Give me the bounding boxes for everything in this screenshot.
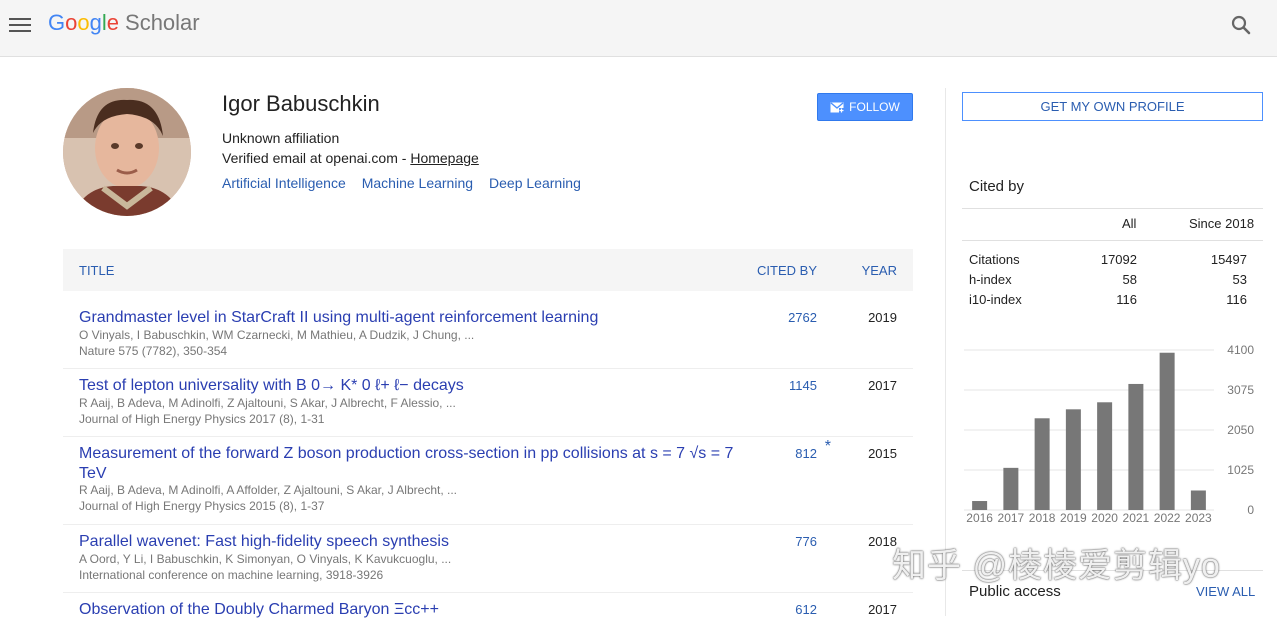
chart-bar-2022[interactable] (1159, 352, 1175, 510)
homepage-link[interactable]: Homepage (410, 150, 479, 166)
chart-y-tick-label: 2050 (1227, 423, 1254, 437)
chart-x-tick-label: 2018 (1029, 511, 1056, 525)
sort-by-cited[interactable]: CITED BY (757, 263, 817, 278)
google-scholar-logo[interactable]: Google Scholar (48, 10, 200, 36)
column-divider (945, 88, 946, 616)
chart-x-tick-label: 2021 (1123, 511, 1150, 525)
chart-bar-2016[interactable] (972, 501, 988, 510)
cited-by-divider (962, 208, 1263, 209)
chart-y-tick-label: 1025 (1227, 463, 1254, 477)
article-title-link[interactable]: Parallel wavenet: Fast high-fidelity spe… (79, 532, 749, 552)
article-year: 2017 (868, 602, 897, 617)
cited-by-count[interactable]: 1145 (789, 378, 817, 393)
cited-by-count[interactable]: 612 (795, 602, 817, 617)
chart-bar-2017[interactable] (1003, 467, 1019, 510)
chart-bar-2019[interactable] (1065, 409, 1081, 510)
chart-x-tick-label: 2019 (1060, 511, 1087, 525)
interest-link[interactable]: Machine Learning (362, 175, 473, 191)
chart-x-tick-label: 2023 (1185, 511, 1212, 525)
article-authors: A Oord, Y Li, I Babuschkin, K Simonyan, … (79, 552, 452, 566)
row-divider (63, 524, 913, 525)
profile-avatar (63, 88, 191, 216)
stats-header-divider (962, 240, 1263, 241)
article-venue: Nature 575 (7782), 350-354 (79, 344, 228, 358)
interest-link[interactable]: Artificial Intelligence (222, 175, 346, 191)
article-title-link[interactable]: Grandmaster level in StarCraft II using … (79, 308, 749, 328)
article-title-link[interactable]: Observation of the Doubly Charmed Baryon… (79, 600, 749, 620)
article-authors: R Aaij, B Adeva, M Adinolfi, Z Ajaltouni… (79, 396, 456, 410)
article-venue: Journal of High Energy Physics 2017 (8),… (79, 412, 325, 426)
sort-by-year[interactable]: YEAR (862, 263, 897, 278)
article-venue: International conference on machine lear… (79, 568, 384, 582)
article-venue: Journal of High Energy Physics 2015 (8),… (79, 499, 325, 513)
search-icon[interactable] (1230, 14, 1252, 36)
profile-affiliation: Unknown affiliation (222, 130, 340, 146)
chart-y-tick-label: 0 (1247, 503, 1254, 517)
chart-bar-2023[interactable] (1190, 490, 1206, 510)
chart-bar-2021[interactable] (1128, 383, 1144, 510)
chart-x-tick-label: 2016 (966, 511, 993, 525)
article-title-link[interactable]: Test of lepton universality with B 0→ K*… (79, 376, 749, 396)
chart-bar-2018[interactable] (1034, 418, 1050, 510)
cited-by-count[interactable]: 2762 (788, 310, 817, 325)
chart-y-tick-label: 4100 (1227, 343, 1254, 357)
sort-by-title[interactable]: TITLE (79, 263, 114, 278)
col-all-header: All (1122, 216, 1137, 231)
cited-by-count[interactable]: 812 (795, 446, 817, 461)
col-since-header: Since 2018 (1189, 216, 1255, 231)
merged-citations-star[interactable]: * (825, 438, 831, 456)
row-divider (63, 368, 913, 369)
cited-by-title: Cited by (969, 178, 1025, 195)
chart-x-tick-label: 2022 (1154, 511, 1181, 525)
article-title-link[interactable]: Measurement of the forward Z boson produ… (79, 444, 749, 484)
watermark: 知乎 @棱棱爱剪辑yo (892, 547, 1221, 585)
mail-icon (830, 101, 845, 113)
cited-by-count[interactable]: 776 (795, 534, 817, 549)
article-year: 2019 (868, 310, 897, 325)
row-divider (63, 592, 913, 593)
follow-button[interactable]: FOLLOW (817, 93, 913, 121)
chart-bar-2020[interactable] (1097, 402, 1113, 510)
articles-table-header: TITLE CITED BY YEAR (63, 249, 913, 291)
article-year: 2017 (868, 378, 897, 393)
get-my-own-profile-button[interactable]: GET MY OWN PROFILE (962, 92, 1263, 121)
chart-x-tick-label: 2020 (1091, 511, 1118, 525)
profile-interests: Artificial Intelligence Machine Learning D… (222, 175, 597, 191)
chart-y-tick-label: 3075 (1227, 383, 1254, 397)
citations-bar-chart: 4100 3075 2050 1025 0 2016 2017 2018 2019 2020 202… (964, 343, 1254, 525)
row-divider (63, 436, 913, 437)
article-year: 2015 (868, 446, 897, 461)
profile-email: Verified email at openai.com - Homepage (222, 150, 479, 166)
article-authors: O Vinyals, I Babuschkin, WM Czarnecki, M… (79, 328, 475, 342)
chart-x-tick-label: 2017 (998, 511, 1025, 525)
menu-icon[interactable] (9, 14, 31, 36)
article-authors: R Aaij, B Adeva, M Adinolfi, A Affolder,… (79, 483, 457, 497)
profile-name: Igor Babuschkin (222, 91, 380, 116)
interest-link[interactable]: Deep Learning (489, 175, 581, 191)
top-bar: Google Scholar (0, 0, 1277, 57)
